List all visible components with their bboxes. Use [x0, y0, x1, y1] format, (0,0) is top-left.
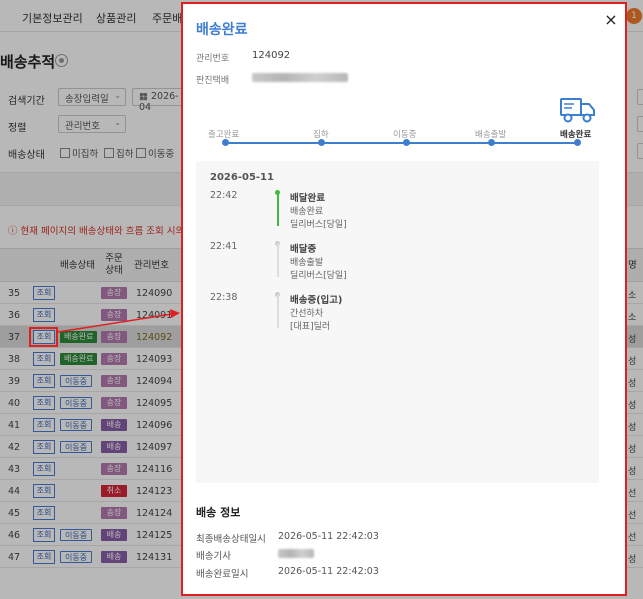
step-label-collected: 집하 [313, 130, 329, 140]
driver-label: 배송기사 [196, 551, 231, 562]
tracking-number-redacted [252, 73, 348, 82]
event-time: 22:38 [210, 292, 238, 303]
event-time: 22:41 [210, 241, 238, 252]
courier-label: 판진택배 [196, 76, 230, 86]
step-dot-3 [403, 139, 410, 146]
event-sub1: 배송완료 [290, 207, 324, 217]
delivery-info-title: 배송 정보 [196, 506, 241, 519]
tracking-timeline: 2026-05-11 22:42 배달완료 배송완료 딜리버스[당일] 22:4… [196, 161, 599, 483]
delivery-detail-modal: 배송완료 × 관리번호 124092 판진택배 출고완료 집하 이동중 배송출발… [181, 2, 627, 596]
truck-icon [560, 98, 595, 123]
event-title: 배달중 [290, 244, 317, 255]
step-label-departed: 배송출발 [475, 130, 507, 140]
event-line [277, 294, 279, 328]
event-sub1: 간선하차 [290, 309, 324, 319]
final-status-time-label: 최종배송상태일시 [196, 534, 266, 545]
step-label-moving: 이동중 [393, 130, 417, 140]
event-sub1: 배송출발 [290, 258, 324, 268]
step-dot-4 [488, 139, 495, 146]
event-line [277, 192, 279, 226]
event-sub2: 딜리버스[당일] [290, 220, 347, 230]
final-status-time-value: 2026-05-11 22:42:03 [278, 531, 379, 542]
timeline-date: 2026-05-11 [210, 172, 274, 183]
close-button[interactable]: × [603, 12, 619, 28]
step-label-released: 출고완료 [208, 130, 240, 140]
step-dot-1 [222, 139, 229, 146]
event-line [277, 243, 279, 277]
progress-line [225, 142, 578, 144]
event-title: 배송중(입고) [290, 295, 343, 306]
event-sub2: 딜리버스[당일] [290, 271, 347, 281]
mgmt-no-label: 관리번호 [196, 54, 230, 64]
delivered-time-value: 2026-05-11 22:42:03 [278, 566, 379, 577]
modal-title: 배송완료 [196, 22, 248, 38]
delivered-time-label: 배송완료일시 [196, 569, 249, 580]
event-title: 배달완료 [290, 193, 325, 204]
driver-name-redacted [278, 549, 314, 558]
mgmt-no-value: 124092 [252, 50, 291, 61]
step-label-delivered: 배송완료 [560, 130, 592, 140]
event-time: 22:42 [210, 190, 238, 201]
event-sub2: [대표]딜러 [290, 322, 331, 332]
step-dot-5 [574, 139, 581, 146]
step-dot-2 [318, 139, 325, 146]
